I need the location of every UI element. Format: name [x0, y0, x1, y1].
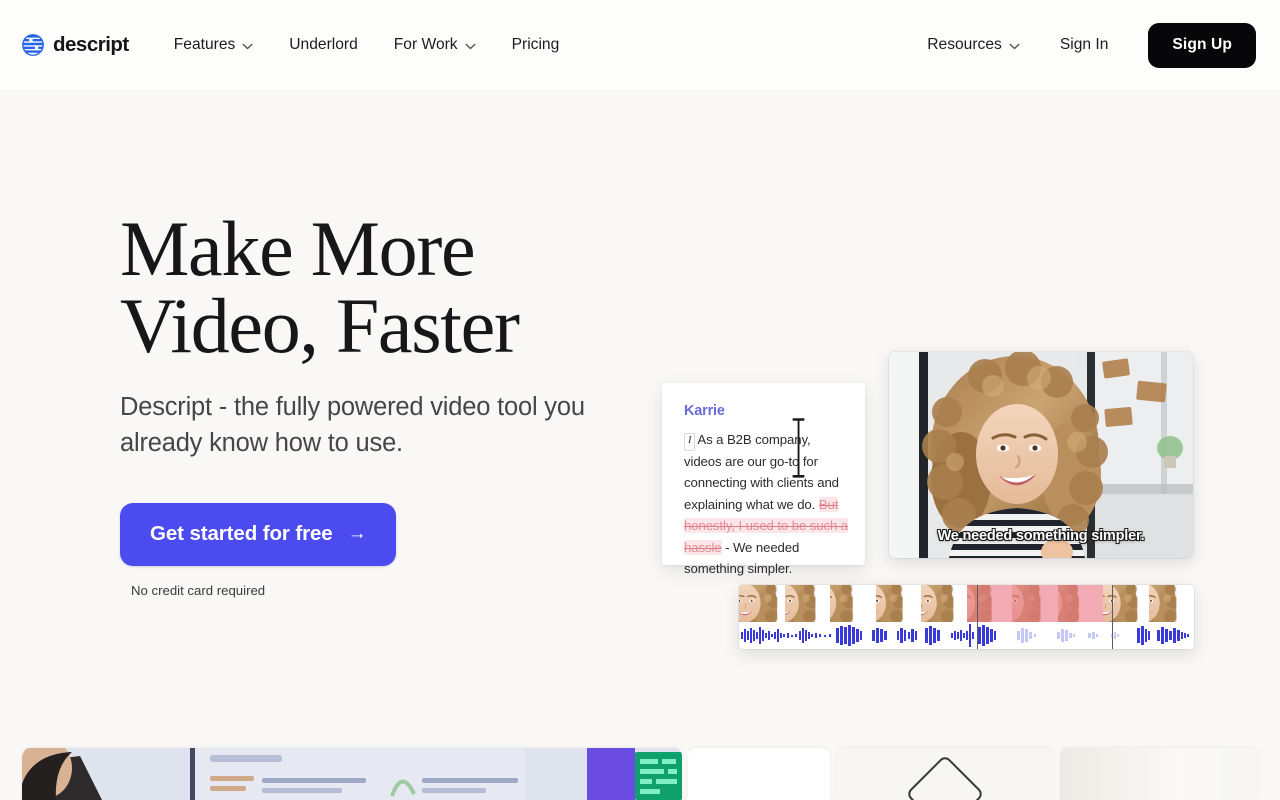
hero-cta-group: Get started for free → No credit card re…: [120, 503, 640, 598]
video-caption: We needed something simpler.: [937, 528, 1145, 544]
site-header: descript Features Underlord For Work Pri…: [0, 0, 1280, 90]
nav-item-features-label: Features: [173, 36, 236, 53]
filmstrip-frame-deleted[interactable]: [966, 585, 1013, 622]
nav-item-underlord-label: Underlord: [289, 36, 358, 53]
product-mockup: Karrie I As a B2B company, videos are our…: [662, 352, 1198, 652]
timeline-playhead[interactable]: [977, 622, 978, 649]
timeline-track[interactable]: [739, 585, 1194, 649]
transcript-marker-icon[interactable]: I: [684, 433, 696, 451]
get-started-label: Get started for free: [150, 522, 333, 546]
hero-copy: Make More Video, Faster Descript - the f…: [120, 210, 640, 598]
white-card[interactable]: [688, 748, 830, 800]
nav-item-features[interactable]: Features: [174, 28, 254, 62]
text-cursor-ibeam-icon: [792, 417, 805, 479]
bottom-card-strip: [0, 748, 1280, 800]
nav-item-underlord[interactable]: Underlord: [289, 28, 357, 62]
nav-item-pricing[interactable]: Pricing: [512, 28, 560, 62]
gradient-card[interactable]: [1060, 748, 1258, 800]
brand-logo-link[interactable]: descript: [22, 33, 129, 57]
hero-subheading: Descript - the fully powered video tool …: [120, 393, 585, 457]
filmstrip-frame[interactable]: [830, 585, 876, 622]
chevron-down-icon: [465, 41, 476, 50]
headline-line-2: Video, Faster: [120, 282, 520, 370]
diamond-outline-icon: [905, 754, 985, 800]
page-title: Make More Video, Faster: [120, 210, 640, 370]
filmstrip-frame[interactable]: [921, 585, 967, 622]
nav-item-for-work-label: For Work: [393, 36, 458, 53]
nav-item-resources-label: Resources: [927, 36, 1002, 53]
brand-name: descript: [53, 33, 129, 56]
descript-waveform-logo-icon: [22, 34, 44, 56]
transcript-text[interactable]: I As a B2B company, videos are our go-to …: [684, 418, 851, 580]
timeline-selection-edge[interactable]: [1112, 622, 1113, 649]
video-preview[interactable]: We needed something simpler.: [889, 352, 1193, 558]
audio-waveform[interactable]: [739, 622, 1194, 649]
filmstrip-frame[interactable]: [1103, 585, 1149, 622]
transcript-kept-text-1: As a B2B company, videos are our go-to f…: [684, 432, 839, 512]
filmstrip-frame[interactable]: [785, 585, 831, 622]
arrow-right-icon: →: [347, 522, 367, 544]
chevron-down-icon: [1009, 41, 1020, 50]
nav-item-pricing-label: Pricing: [511, 36, 560, 53]
filmstrip-frame[interactable]: [739, 585, 785, 622]
filmstrip-frame[interactable]: [876, 585, 922, 622]
sign-up-button[interactable]: Sign Up: [1148, 22, 1256, 68]
nav-item-sign-in-label: Sign In: [1059, 36, 1109, 53]
nav-item-for-work[interactable]: For Work: [394, 28, 476, 62]
filmstrip-frame-deleted[interactable]: [1057, 585, 1104, 622]
get-started-button[interactable]: Get started for free →: [120, 503, 397, 567]
timeline-cut-marker-right[interactable]: [1112, 585, 1113, 622]
chevron-down-icon: [242, 41, 253, 50]
nav-left-group: descript Features Underlord For Work Pri…: [22, 28, 559, 62]
hero-section: Make More Video, Faster Descript - the f…: [0, 90, 1280, 800]
diamond-card[interactable]: [836, 748, 1054, 800]
filmstrip-frame-deleted[interactable]: [1012, 585, 1058, 622]
no-credit-card-note: No credit card required: [131, 583, 266, 599]
timeline-cut-marker-left[interactable]: [977, 585, 978, 622]
nav-item-resources[interactable]: Resources: [927, 28, 1020, 62]
filmstrip[interactable]: [739, 585, 1194, 622]
headline-line-1: Make More: [120, 205, 476, 292]
transcript-speaker-name: Karrie: [684, 403, 725, 419]
transcript-card[interactable]: Karrie I As a B2B company, videos are our…: [662, 383, 865, 576]
dashboard-card[interactable]: [22, 748, 682, 800]
primary-nav: Features Underlord For Work Pricing: [174, 28, 560, 62]
nav-right-group: Resources Sign In Sign Up: [927, 22, 1256, 68]
filmstrip-frame[interactable]: [1149, 585, 1195, 622]
nav-item-sign-in[interactable]: Sign In: [1060, 28, 1109, 62]
